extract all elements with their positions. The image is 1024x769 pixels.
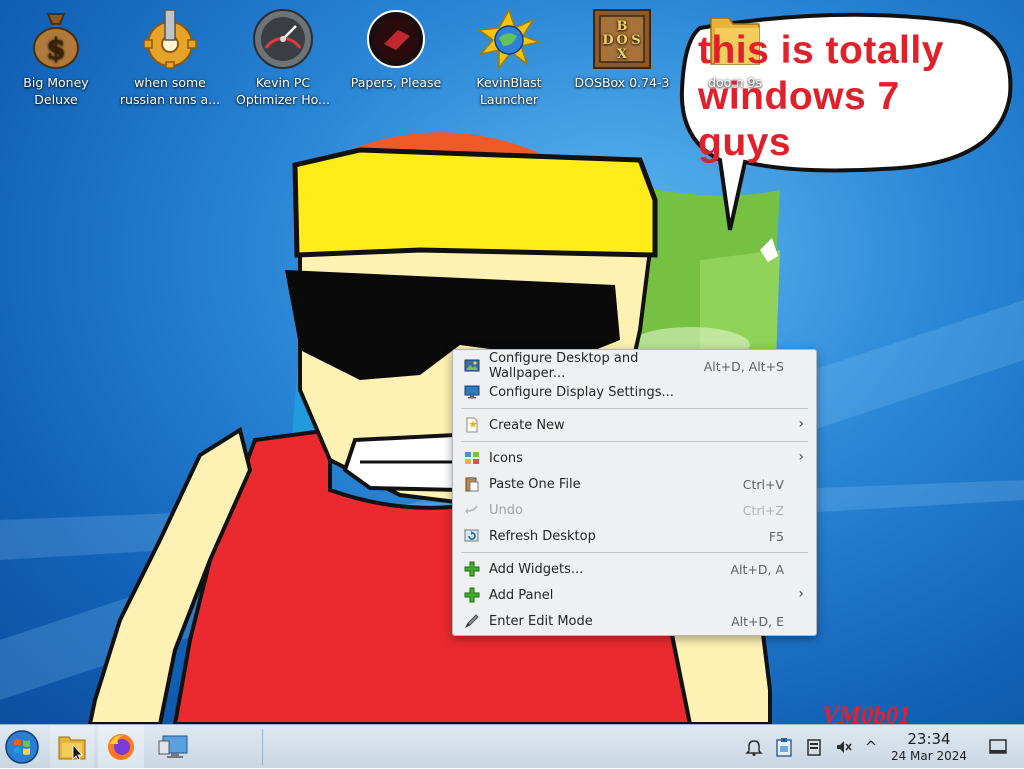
desktop-icon-label: when some russian runs a... <box>119 75 221 107</box>
menu-item-label: Undo <box>489 502 523 518</box>
storage-device-icon <box>807 739 821 756</box>
menu-item-add-widgets[interactable]: Add Widgets... Alt+D, A <box>457 556 812 582</box>
menu-item-add-panel[interactable]: Add Panel › <box>457 582 812 608</box>
menu-separator <box>461 441 808 442</box>
volume-muted-icon <box>837 741 852 753</box>
menu-item-refresh[interactable]: Refresh Desktop F5 <box>457 523 812 549</box>
desktop-icon-label: KevinBlast Launcher <box>476 75 542 107</box>
tray-clipboard[interactable] <box>772 725 796 769</box>
menu-item-edit-mode[interactable]: Enter Edit Mode Alt+D, E <box>457 608 812 634</box>
svg-text:D: D <box>602 33 613 48</box>
windows-start-icon <box>5 730 39 764</box>
paste-icon <box>463 475 481 493</box>
menu-item-label: Create New <box>489 417 565 433</box>
globe-star-icon <box>477 8 541 70</box>
svg-text:S: S <box>631 33 640 48</box>
folder-icon <box>58 736 86 761</box>
menu-separator <box>461 552 808 553</box>
menu-item-shortcut: Ctrl+V <box>742 476 784 492</box>
desktop-icon-kevinblast-launcher[interactable]: KevinBlast Launcher <box>454 8 564 108</box>
submenu-arrow-icon: › <box>798 449 804 465</box>
tray-volume[interactable] <box>832 725 856 769</box>
tray-expand-button[interactable]: ^ <box>860 725 882 769</box>
desktop-icon-big-money-deluxe[interactable]: $ Big Money Deluxe <box>1 8 111 108</box>
menu-item-label: Configure Desktop and Wallpaper... <box>489 351 639 381</box>
menu-item-paste[interactable]: Paste One File Ctrl+V <box>457 471 812 497</box>
speech-bubble-text: this is totally windows 7 guys <box>698 29 944 164</box>
menu-item-label: Refresh Desktop <box>489 528 596 544</box>
desktop-icon-label: DOSBox 0.74-3 <box>574 75 670 90</box>
icons-view-icon <box>463 449 481 467</box>
new-document-icon <box>463 416 481 434</box>
menu-item-shortcut: Ctrl+Z <box>742 502 784 518</box>
firefox-icon <box>108 734 134 760</box>
desktop-icon-russian-runs[interactable]: when some russian runs a... <box>115 8 225 108</box>
taskbar-divider <box>262 729 263 765</box>
desktop-context-menu: Configure Desktop and Wallpaper... Alt+D… <box>452 349 817 636</box>
menu-item-shortcut: F5 <box>768 528 784 544</box>
speedometer-icon <box>253 9 313 69</box>
clipboard-icon <box>776 738 792 757</box>
clock-time[interactable]: 23:34 <box>888 730 970 748</box>
edit-mode-icon <box>463 612 481 630</box>
show-desktop-button[interactable] <box>984 725 1012 769</box>
watermark-text: VM0b01 <box>822 702 911 724</box>
menu-item-label: Enter Edit Mode <box>489 613 593 629</box>
desktop-icon-papers-please[interactable]: Papers, Please <box>341 8 451 91</box>
menu-item-undo: Undo Ctrl+Z <box>457 497 812 523</box>
menu-item-label: Add Widgets... <box>489 561 584 577</box>
svg-text:X: X <box>617 47 628 62</box>
taskbar-firefox[interactable] <box>98 725 144 769</box>
dosbox-icon: B D O S X <box>593 9 651 69</box>
wallpaper-settings-icon <box>463 357 481 375</box>
menu-item-label: Paste One File <box>489 476 581 492</box>
menu-item-shortcut: Alt+D, A <box>730 561 784 577</box>
tray-device-storage[interactable] <box>802 725 826 769</box>
desktop-icon-label: Kevin PC Optimizer Ho... <box>236 75 330 107</box>
menu-item-shortcut: Alt+D, Alt+S <box>703 358 784 374</box>
svg-text:B: B <box>617 19 628 34</box>
desktop-icon-dosbox[interactable]: B D O S X DOSBox 0.74-3 <box>567 8 677 91</box>
add-icon <box>463 586 481 604</box>
start-button[interactable] <box>2 725 42 769</box>
display-icon <box>463 383 481 401</box>
menu-item-create-new[interactable]: Create New › <box>457 412 812 438</box>
add-icon <box>463 560 481 578</box>
menu-separator <box>461 408 808 409</box>
papers-please-icon <box>367 10 425 68</box>
clock-date[interactable]: 24 Mar 2024 <box>888 749 970 763</box>
show-desktop-icon <box>989 739 1007 754</box>
tray-notifications[interactable] <box>742 725 766 769</box>
desktop-icon-label: Papers, Please <box>350 75 442 90</box>
gear-icon <box>143 9 197 69</box>
svg-text:O: O <box>616 33 627 48</box>
settings-monitor-icon <box>158 735 188 758</box>
submenu-arrow-icon: › <box>798 586 804 602</box>
money-bag-icon: $ <box>33 13 79 69</box>
desktop[interactable]: $ Big Money Deluxe when some russian run… <box>0 0 1024 724</box>
taskbar-system-settings[interactable] <box>150 725 196 769</box>
menu-item-label: Configure Display Settings... <box>489 384 674 400</box>
menu-item-shortcut: Alt+D, E <box>731 613 784 629</box>
menu-item-configure-desktop[interactable]: Configure Desktop and Wallpaper... Alt+D… <box>457 351 812 381</box>
undo-icon <box>463 501 481 519</box>
submenu-arrow-icon: › <box>798 416 804 432</box>
menu-item-label: Icons <box>489 450 523 466</box>
desktop-icon-kevin-pc-optimizer[interactable]: Kevin PC Optimizer Ho... <box>228 8 338 108</box>
chevron-up-icon: ^ <box>864 738 878 756</box>
refresh-icon <box>463 527 481 545</box>
taskbar-file-manager[interactable] <box>50 725 94 769</box>
taskbar: ^ 23:34 24 Mar 2024 <box>0 724 1024 769</box>
bell-icon <box>745 740 763 756</box>
menu-item-icons[interactable]: Icons › <box>457 445 812 471</box>
svg-text:$: $ <box>46 32 65 65</box>
desktop-icon-label: Big Money Deluxe <box>23 75 89 107</box>
menu-item-configure-display[interactable]: Configure Display Settings... <box>457 379 812 405</box>
menu-item-label: Add Panel <box>489 587 554 603</box>
